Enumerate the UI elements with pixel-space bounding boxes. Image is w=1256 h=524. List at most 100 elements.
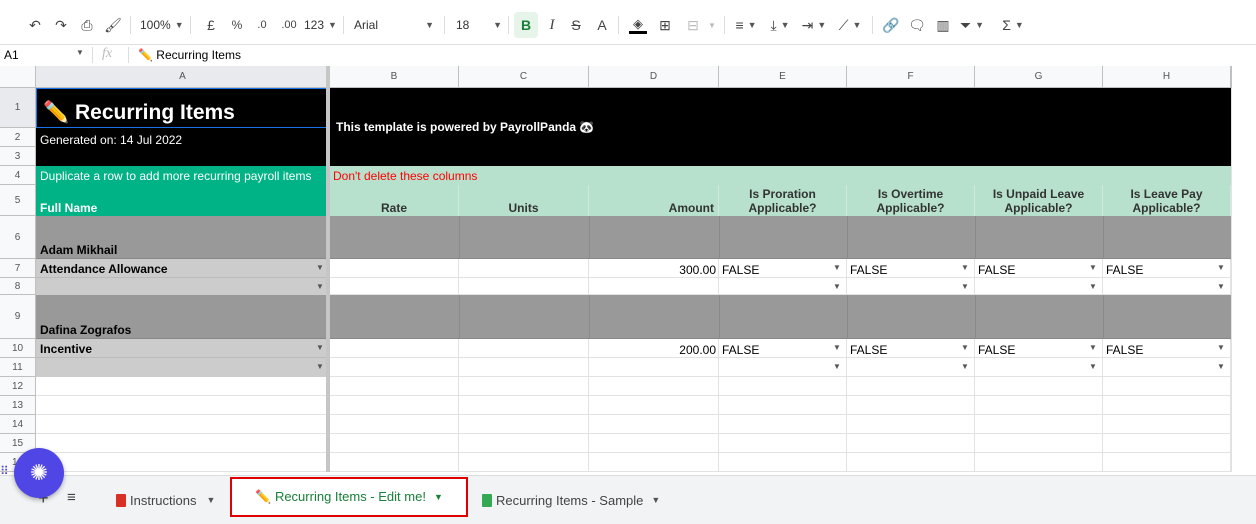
grid-cell[interactable] [975, 377, 1103, 396]
grid-cell[interactable] [459, 396, 589, 415]
row-header[interactable]: 3 [0, 147, 36, 166]
tab-instructions[interactable]: Instructions ▼ [116, 484, 215, 516]
empty-item-select[interactable] [36, 278, 330, 295]
grid-cell[interactable] [847, 278, 975, 295]
grid-cell[interactable] [459, 415, 589, 434]
grid-cell[interactable] [589, 358, 719, 377]
column-header[interactable]: H [1103, 66, 1231, 88]
grid-cell[interactable] [330, 259, 459, 278]
row-header[interactable]: 9 [0, 295, 36, 339]
column-header[interactable] [1231, 66, 1232, 88]
grid-cell[interactable] [1231, 88, 1232, 128]
flag-select[interactable]: FALSE [1103, 259, 1231, 278]
grid-cell[interactable] [36, 415, 330, 434]
insert-link-icon[interactable]: 🔗 [880, 12, 902, 38]
grid-cell[interactable] [719, 377, 847, 396]
filter-icon[interactable]: ⏷ ▼ [958, 12, 986, 38]
grid-cell[interactable] [1231, 339, 1232, 358]
font-select[interactable]: Arial ▼ [354, 12, 434, 38]
grid-cell[interactable] [589, 396, 719, 415]
row-header[interactable]: 6 [0, 216, 36, 259]
vertical-align-icon[interactable]: ⤓ ▼ [766, 12, 794, 38]
sheet-title[interactable]: ✏️ Recurring Items [36, 88, 330, 128]
grid-cell[interactable] [1231, 278, 1232, 295]
grid-cell[interactable] [589, 415, 719, 434]
grid-cell[interactable] [330, 278, 459, 295]
dropdown-caret-icon[interactable]: ▼ [961, 282, 969, 291]
flag-select[interactable]: FALSE [719, 259, 847, 278]
grid-cell[interactable] [330, 396, 459, 415]
dropdown-caret-icon[interactable]: ▼ [1089, 343, 1097, 352]
grid-cell[interactable] [459, 339, 589, 358]
insert-comment-icon[interactable]: 🗨 [906, 12, 928, 38]
grid-cell[interactable] [1231, 358, 1232, 377]
grid-cell[interactable] [1231, 147, 1232, 166]
grid-cell[interactable] [330, 415, 459, 434]
column-header[interactable]: C [459, 66, 589, 88]
name-box-caret-icon[interactable]: ▼ [76, 48, 84, 57]
grid-cell[interactable] [1231, 295, 1232, 339]
grid-cell[interactable] [847, 396, 975, 415]
paint-format-icon[interactable]: 🖌 [102, 12, 124, 38]
grid-cell[interactable] [1231, 185, 1232, 216]
recurring-item-select[interactable]: Attendance Allowance [36, 259, 330, 278]
grid-cell[interactable] [975, 415, 1103, 434]
text-wrap-icon[interactable]: ⇥ ▼ [800, 12, 828, 38]
grid-cell[interactable] [1231, 434, 1232, 453]
tab-recurring-items-edit[interactable]: ✏️ Recurring Items - Edit me! ▼ [230, 477, 468, 517]
column-header[interactable]: B [330, 66, 459, 88]
dropdown-caret-icon[interactable]: ▼ [1089, 263, 1097, 272]
row-header[interactable]: 14 [0, 415, 36, 434]
grid-cell[interactable] [589, 434, 719, 453]
grid-cell[interactable] [36, 377, 330, 396]
drag-handle-icon[interactable]: ⠿ [0, 464, 9, 478]
column-header[interactable]: G [975, 66, 1103, 88]
grid-cell[interactable] [330, 453, 459, 472]
decrease-decimal-button[interactable]: .0 [250, 12, 274, 38]
grid-cell[interactable] [1103, 453, 1231, 472]
text-color-button[interactable]: A [592, 12, 612, 38]
align-icon[interactable]: ≡ ▼ [732, 12, 760, 38]
grid-cell[interactable] [1231, 396, 1232, 415]
grid-cell[interactable] [459, 434, 589, 453]
amount-cell[interactable]: 300.00 [589, 259, 719, 278]
flag-select[interactable]: FALSE [1103, 339, 1231, 358]
redo-icon[interactable]: ↷ [50, 12, 72, 38]
grid-cell[interactable] [459, 453, 589, 472]
all-sheets-icon[interactable]: ≡ [67, 489, 76, 506]
row-header[interactable]: 12 [0, 377, 36, 396]
grid-cell[interactable] [975, 358, 1103, 377]
grid-cell[interactable] [847, 453, 975, 472]
dropdown-caret-icon[interactable]: ▼ [1089, 282, 1097, 291]
zoom-select[interactable]: 100% ▼ [140, 12, 184, 38]
insert-chart-icon[interactable]: ▥ [932, 12, 954, 38]
increase-decimal-button[interactable]: .00 [276, 12, 302, 38]
grid-cell[interactable] [975, 396, 1103, 415]
grid-cell[interactable] [1103, 434, 1231, 453]
print-icon[interactable]: ⎙ [76, 12, 98, 38]
grid-cell[interactable] [719, 453, 847, 472]
dropdown-caret-icon[interactable]: ▼ [316, 282, 324, 291]
grid-cell[interactable] [330, 339, 459, 358]
grid-cell[interactable] [1231, 216, 1232, 259]
borders-icon[interactable]: ⊞ [654, 12, 676, 38]
dropdown-caret-icon[interactable]: ▼ [961, 263, 969, 272]
grid-cell[interactable] [1103, 377, 1231, 396]
row-header[interactable]: 13 [0, 396, 36, 415]
formula-input[interactable]: ✏️ Recurring Items [138, 48, 241, 62]
flag-select[interactable]: FALSE [975, 259, 1103, 278]
grid-cell[interactable] [1103, 358, 1231, 377]
dropdown-caret-icon[interactable]: ▼ [1089, 362, 1097, 371]
merge-cells-icon[interactable]: ⊟ [682, 12, 704, 38]
column-header[interactable]: D [589, 66, 719, 88]
grid-cell[interactable] [459, 377, 589, 396]
currency-button[interactable]: £ [200, 12, 222, 38]
dropdown-caret-icon[interactable]: ▼ [316, 362, 324, 371]
grid-cell[interactable] [847, 377, 975, 396]
grid-cell[interactable] [975, 453, 1103, 472]
dropdown-caret-icon[interactable]: ▼ [833, 282, 841, 291]
grid-cell[interactable] [975, 434, 1103, 453]
grid-cell[interactable] [847, 434, 975, 453]
grid-cell[interactable] [459, 259, 589, 278]
flag-select[interactable]: FALSE [975, 339, 1103, 358]
